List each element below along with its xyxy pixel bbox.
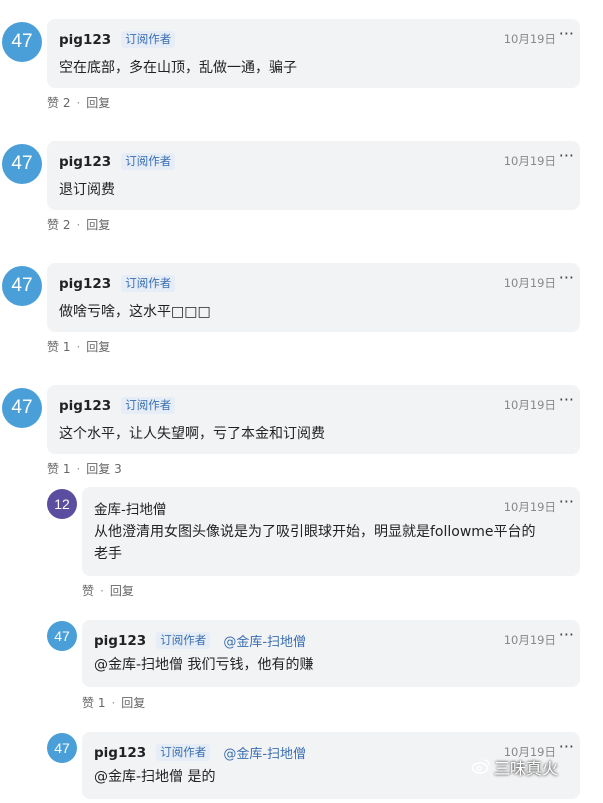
- comment-text: 做啥亏啥，这水平□□□: [59, 304, 211, 320]
- more-options-icon[interactable]: ···: [559, 267, 574, 289]
- comment-header: pig123 订阅作者: [59, 151, 568, 171]
- more-options-icon[interactable]: ···: [559, 389, 574, 411]
- reply-header: pig123 订阅作者 @金库-扫地僧: [94, 630, 568, 650]
- weibo-like-icon: [471, 759, 490, 774]
- author-name[interactable]: pig123: [94, 745, 146, 761]
- avatar[interactable]: 47: [2, 388, 42, 428]
- author-name[interactable]: pig123: [59, 154, 111, 170]
- separator-dot: ·: [111, 696, 116, 710]
- avatar[interactable]: 47: [2, 266, 42, 306]
- author-name[interactable]: pig123: [59, 32, 111, 48]
- subscriber-badge: 订阅作者: [156, 632, 211, 649]
- like-button[interactable]: 赞 1: [47, 462, 70, 476]
- avatar[interactable]: 47: [47, 621, 77, 651]
- comment-actions: 赞 1 · 回复 3: [47, 460, 122, 477]
- comment-text: 空在底部，多在山顶，乱做一通，骗子: [59, 60, 297, 76]
- comment-header: pig123 订阅作者: [59, 273, 568, 293]
- reply-bubble: 金库-扫地僧 10月19日 ··· 从他澄清用女图头像说是为了吸引眼球开始，明显…: [82, 487, 580, 576]
- reply-text-line: 从他澄清用女图头像说是为了吸引眼球开始，明显就是followme平台的: [94, 524, 536, 540]
- author-name[interactable]: 金库-扫地僧: [94, 498, 166, 518]
- comment-date: 10月19日: [503, 32, 556, 46]
- separator-dot: ·: [76, 462, 81, 476]
- like-button[interactable]: 赞: [82, 584, 94, 598]
- comment-date: 10月19日: [503, 398, 556, 412]
- comment-bubble: pig123 订阅作者 10月19日 ··· 做啥亏啥，这水平□□□: [47, 263, 580, 332]
- reply-header: 金库-扫地僧: [94, 497, 568, 518]
- reply-actions: 赞 1 · 回复: [82, 694, 145, 711]
- avatar[interactable]: 47: [2, 144, 42, 184]
- more-options-icon[interactable]: ···: [559, 23, 574, 45]
- like-button[interactable]: 赞 2: [47, 218, 70, 232]
- comment-actions: 赞 2 · 回复: [47, 216, 110, 233]
- reply-date: 10月19日: [503, 633, 556, 647]
- like-button[interactable]: 赞 1: [47, 340, 70, 354]
- comment: 47 pig123 订阅作者 10月19日 ··· 退订阅费 赞 2 · 回复: [0, 122, 603, 242]
- comment-bubble: pig123 订阅作者 10月19日 ··· 退订阅费: [47, 141, 580, 210]
- reply-button[interactable]: 回复: [121, 696, 145, 710]
- more-options-icon[interactable]: ···: [559, 491, 574, 513]
- watermark: 三味真火: [494, 759, 559, 778]
- reply-button[interactable]: 回复: [86, 96, 110, 110]
- subscriber-badge: 订阅作者: [156, 744, 211, 761]
- reply-actions: 赞 · 回复: [82, 582, 134, 599]
- reply-button[interactable]: 回复 3: [86, 462, 121, 476]
- comment-bubble: pig123 订阅作者 10月19日 ··· 空在底部，多在山顶，乱做一通，骗子: [47, 19, 580, 88]
- subscriber-badge: 订阅作者: [121, 153, 176, 170]
- reply-text: 从他澄清用女图头像说是为了吸引眼球开始，明显就是followme平台的 老手: [94, 521, 566, 565]
- reply-button[interactable]: 回复: [86, 218, 110, 232]
- reply-bubble: pig123 订阅作者 @金库-扫地僧 10月19日 ··· @金库-扫地僧 我…: [82, 620, 580, 687]
- comment-actions: 赞 1 · 回复: [47, 338, 110, 355]
- author-name[interactable]: pig123: [94, 633, 146, 649]
- comment-actions: 赞 2 · 回复: [47, 94, 110, 111]
- reply: 12 金库-扫地僧 10月19日 ··· 从他澄清用女图头像说是为了吸引眼球开始…: [0, 487, 603, 602]
- comment-header: pig123 订阅作者: [59, 395, 568, 415]
- reply-button[interactable]: 回复: [86, 340, 110, 354]
- subscriber-badge: 订阅作者: [121, 31, 176, 48]
- author-name[interactable]: pig123: [59, 276, 111, 292]
- subscriber-badge: 订阅作者: [121, 275, 176, 292]
- comment-header: pig123 订阅作者: [59, 29, 568, 49]
- more-options-icon[interactable]: ···: [559, 145, 574, 167]
- comment: 47 pig123 订阅作者 10月19日 ··· 做啥亏啥，这水平□□□ 赞 …: [0, 244, 603, 364]
- author-name[interactable]: pig123: [59, 398, 111, 414]
- avatar[interactable]: 47: [2, 22, 42, 62]
- separator-dot: ·: [76, 96, 81, 110]
- comment-text: 退订阅费: [59, 182, 115, 198]
- comment: 47 pig123 订阅作者 10月19日 ··· 空在底部，多在山顶，乱做一通…: [0, 0, 603, 120]
- like-button[interactable]: 赞 2: [47, 96, 70, 110]
- comment-date: 10月19日: [503, 276, 556, 290]
- comment-bubble: pig123 订阅作者 10月19日 ··· 这个水平，让人失望啊，亏了本金和订…: [47, 385, 580, 454]
- more-options-icon[interactable]: ···: [559, 736, 574, 758]
- reply: 47 pig123 订阅作者 @金库-扫地僧 10月19日 ··· @金库-扫地…: [0, 620, 603, 720]
- separator-dot: ·: [76, 340, 81, 354]
- separator-dot: ·: [100, 584, 104, 598]
- avatar[interactable]: 47: [47, 733, 77, 763]
- avatar[interactable]: 12: [47, 489, 77, 519]
- subscriber-badge: 订阅作者: [121, 397, 176, 414]
- reply-text: @金库-扫地僧 我们亏钱，他有的赚: [94, 657, 314, 673]
- separator-dot: ·: [76, 218, 81, 232]
- comment-text: 这个水平，让人失望啊，亏了本金和订阅费: [59, 426, 325, 442]
- reply-date: 10月19日: [503, 500, 556, 514]
- more-options-icon[interactable]: ···: [559, 624, 574, 646]
- mention-link[interactable]: @金库-扫地僧: [223, 631, 306, 650]
- comment: 47 pig123 订阅作者 10月19日 ··· 这个水平，让人失望啊，亏了本…: [0, 366, 603, 486]
- reply-text-line: 老手: [94, 546, 122, 562]
- comment-date: 10月19日: [503, 154, 556, 168]
- mention-link[interactable]: @金库-扫地僧: [223, 743, 306, 762]
- reply-button[interactable]: 回复: [110, 584, 134, 598]
- like-button[interactable]: 赞 1: [82, 696, 105, 710]
